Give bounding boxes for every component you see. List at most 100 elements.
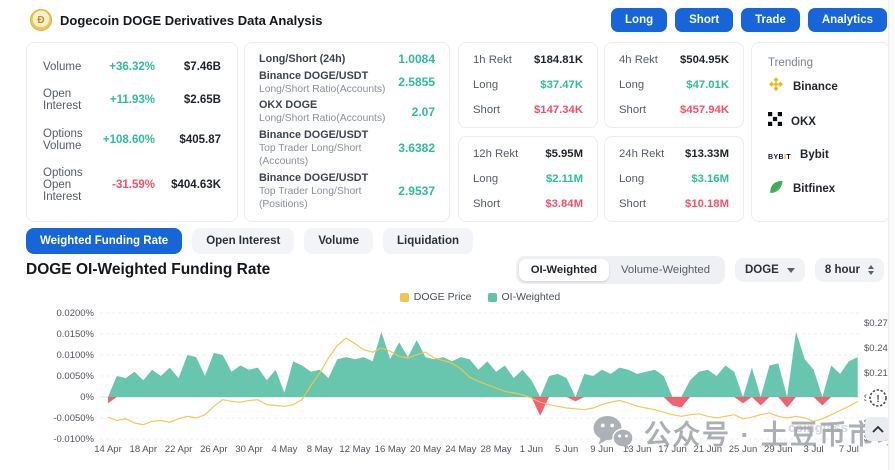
ratio-value: 2.9537 [398,184,435,198]
trending-exchange-name: Binance [793,81,838,93]
tab-weighted-funding-rate[interactable]: Weighted Funding Rate [26,228,182,254]
ratio-label-line2: Top Trader Long/Short (Accounts) [259,142,398,169]
rekt-long-value: $2.11M [546,173,583,185]
ratio-labels: OKX DOGELong/Short Ratio(Accounts) [259,98,412,125]
rekt-long-label: Long [619,79,644,91]
rekt-card-4h-rekt: 4h Rekt $504.95K Long $47.01K Short$457.94K [604,42,744,128]
ratio-row: Binance DOGE/USDTLong/Short Ratio(Accoun… [259,69,435,96]
rekt-long-label: Long [473,173,498,185]
rekt-short-label: Short [473,198,500,210]
rekt-short-row: Short$147.34K [473,104,583,116]
interval-select[interactable]: 8 hour [815,258,884,282]
chevron-up-icon [872,425,884,433]
rekt-total-value: $13.33M [685,148,729,160]
stat-value: $7.46B [165,61,221,73]
header-button-analytics[interactable]: Analytics [808,8,887,32]
rekt-total-value: $184.81K [534,54,583,66]
stat-value: $2.65B [165,94,221,106]
header-buttons: Long Short Trade Analytics [611,8,887,32]
ratio-row: Binance DOGE/USDTTop Trader Long/Short (… [259,171,435,212]
weighting-toggle: OI-WeightedVolume-Weighted [516,256,725,284]
rekt-long-value: $37.47K [540,79,583,91]
legend-label: OI-Weighted [502,291,561,303]
ratio-value: 2.5855 [398,75,435,89]
stats-card: Volume+36.32% $7.46B Open Interest+11.93%$… [26,42,238,222]
ratio-value: 1.0084 [398,52,435,66]
app-root: Ð Dogecoin DOGE Derivatives Data Analysi… [0,0,895,470]
symbol-select-value: DOGE [745,264,779,276]
rekt-short-row: Short $3.84M [473,198,583,210]
tab-volume[interactable]: Volume [304,228,373,254]
stat-label: Options Volume [43,128,103,152]
tab-liquidation[interactable]: Liquidation [383,228,473,254]
rekt-long-value: $3.16M [691,173,729,185]
rekt-short-row: Short$457.94K [619,104,729,116]
stat-label: Open Interest [43,88,110,112]
stat-row: Options Open Interest-31.59%$404.63K [43,167,221,203]
left-axis-tick: 0.0150% [56,329,94,340]
stat-row: Open Interest+11.93%$2.65B [43,88,221,112]
trending-bitfinex[interactable]: Bitfinex [768,179,873,200]
rekt-short-value: $10.18M [685,198,729,210]
trending-binance[interactable]: Binance [768,76,873,97]
chevron-down-icon [787,268,795,273]
symbol-select[interactable]: DOGE [735,258,805,282]
x-axis-labels: 14 Apr18 Apr22 Apr26 Apr30 Apr4 May8 May… [100,444,860,458]
trending-okx[interactable]: OKX [768,112,873,131]
ratio-value: 2.07 [412,105,435,119]
rekt-long-row: Long $2.11M [473,173,583,185]
rekt-period-label: 4h Rekt [619,54,658,66]
rekt-total-row: 12h Rekt$5.95M [473,148,583,160]
rekt-period-label: 24h Rekt [619,148,664,160]
stat-change: +108.60% [103,134,155,146]
rekt-short-label: Short [619,198,646,210]
spinner-icon [868,265,874,275]
chart-area[interactable] [100,305,860,440]
stat-change: +36.32% [109,61,155,73]
legend-item-doge-price[interactable]: DOGE Price [400,291,472,303]
scroll-to-top-button[interactable] [865,417,890,441]
rekt-total-value: $504.95K [680,54,729,66]
rekt-card-12h-rekt: 12h Rekt$5.95M Long $2.11M Short $3.84M [458,136,598,222]
trending-list: Binance OKX BYBITBybit Bitfinex [768,69,873,207]
toggle-oi-weighted[interactable]: OI-Weighted [519,259,609,281]
rekt-long-label: Long [619,173,644,185]
legend-label: DOGE Price [414,291,472,303]
page-scrollbar[interactable] [888,0,895,470]
svg-text:!: ! [876,394,879,405]
rekt-total-value: $5.95M [545,148,583,160]
stat-label: Volume [43,61,109,73]
alert-gauge-button[interactable]: ! [866,386,890,410]
ratio-labels: Binance DOGE/USDTTop Trader Long/Short (… [259,128,398,169]
header-button-short[interactable]: Short [675,8,733,32]
bitfinex-icon [768,179,784,200]
toggle-volume-weighted[interactable]: Volume-Weighted [609,259,722,281]
stat-value: $404.63K [165,179,221,191]
legend-swatch [488,293,497,302]
chart-header: DOGE OI-Weighted Funding Rate OI-Weighte… [26,256,888,284]
rekt-short-value: $3.84M [545,198,583,210]
funding-rate-chart[interactable] [100,305,860,440]
stat-label: Options Open Interest [43,167,112,203]
rekt-period-label: 1h Rekt [473,54,512,66]
legend-item-oi-weighted[interactable]: OI-Weighted [488,291,561,303]
rekt-card-1h-rekt: 1h Rekt$184.81KLong$37.47KShort$147.34K [458,42,598,128]
rekt-short-label: Short [619,104,646,116]
rekt-total-row: 24h Rekt $13.33M [619,148,729,160]
rekt-long-value: $47.01K [686,79,729,91]
chart-title: DOGE OI-Weighted Funding Rate [26,261,270,279]
header-button-trade[interactable]: Trade [741,8,800,32]
interval-select-value: 8 hour [825,264,860,276]
dogecoin-logo-icon: Ð [30,9,52,31]
rekt-total-row: 4h Rekt $504.95K [619,54,729,66]
tab-open-interest[interactable]: Open Interest [192,228,294,254]
okx-icon [768,112,782,131]
rekt-card-24h-rekt: 24h Rekt $13.33M Long $3.16M Short $10.18M [604,136,744,222]
ratio-value: 3.6382 [398,141,435,155]
ratio-row: OKX DOGELong/Short Ratio(Accounts)2.07 [259,98,435,125]
header-button-long[interactable]: Long [611,8,667,32]
chart-controls: OI-WeightedVolume-Weighted DOGE 8 hour [516,256,884,284]
ratio-label-line1: Long/Short (24h) [259,52,398,66]
trending-bybit[interactable]: BYBITBybit [768,146,873,164]
coinglass-watermark: coinglass [788,420,848,435]
